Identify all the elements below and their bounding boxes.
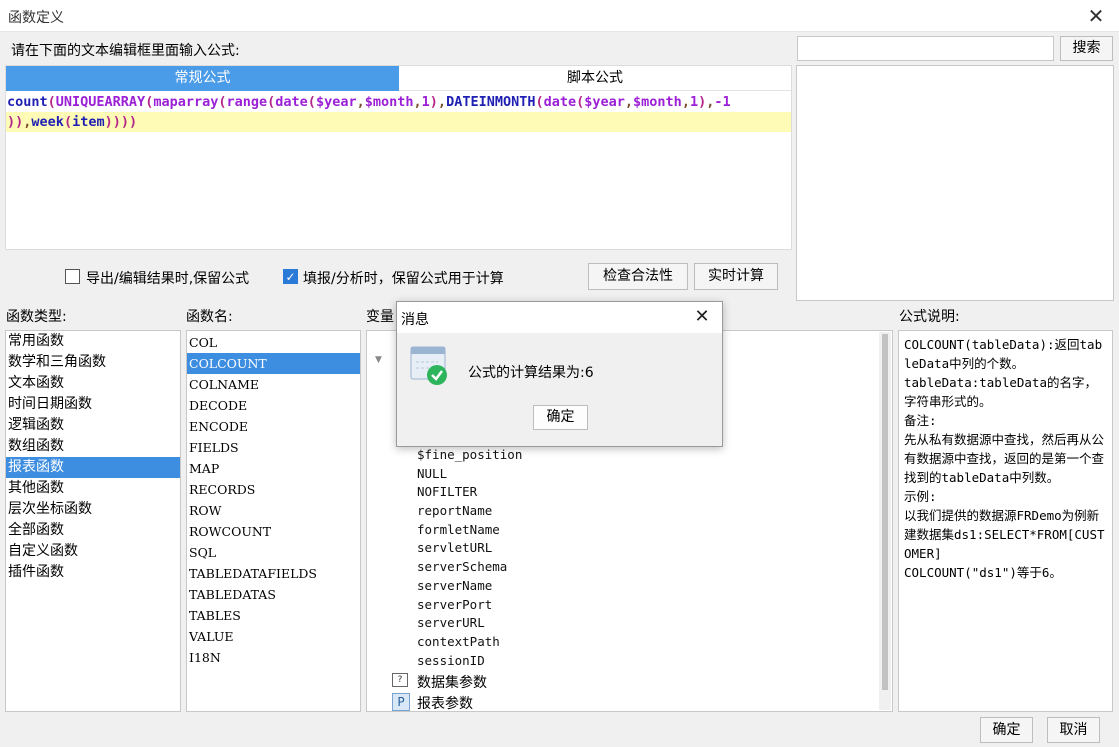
message-text: 公式的计算结果为:6 xyxy=(468,365,594,381)
func-type-item[interactable]: 逻辑函数 xyxy=(6,415,180,436)
func-name-item[interactable]: I18N xyxy=(187,647,360,668)
func-type-item[interactable]: 全部函数 xyxy=(6,520,180,541)
tree-item-dataset-params[interactable]: 数据集参数 xyxy=(417,672,487,692)
func-type-item[interactable]: 报表函数 xyxy=(6,457,180,478)
realtime-calc-button[interactable]: 实时计算 xyxy=(694,263,778,290)
search-button[interactable]: 搜索 xyxy=(1060,36,1113,61)
func-type-list[interactable]: 常用函数 数学和三角函数 文本函数 时间日期函数 逻辑函数 数组函数 报表函数 其他函数 层次坐… xyxy=(5,330,181,712)
tree-expand-icon[interactable]: ▼ xyxy=(375,355,382,365)
variable-item[interactable]: NOFILTER xyxy=(417,483,522,502)
check-validity-button[interactable]: 检查合法性 xyxy=(588,263,688,290)
keep-formula-fill-checkbox[interactable]: ✓ xyxy=(283,269,298,284)
func-type-item[interactable]: 数学和三角函数 xyxy=(6,352,180,373)
variable-item[interactable]: serverURL xyxy=(417,614,522,633)
func-type-item[interactable]: 插件函数 xyxy=(6,562,180,583)
window-title: 函数定义 xyxy=(8,10,64,26)
func-type-item[interactable]: 文本函数 xyxy=(6,373,180,394)
func-type-item[interactable]: 自定义函数 xyxy=(6,541,180,562)
variable-scrollbar-thumb[interactable] xyxy=(882,334,888,690)
description-panel: COLCOUNT(tableData):返回tableData中列的个数。 tab… xyxy=(898,330,1113,712)
variable-item[interactable]: serverPort xyxy=(417,596,522,615)
search-results-panel xyxy=(796,65,1114,301)
variable-item[interactable]: formletName xyxy=(417,521,522,540)
search-input[interactable] xyxy=(797,36,1054,61)
func-name-item[interactable]: TABLEDATAFIELDS xyxy=(187,563,360,584)
func-name-item[interactable]: MAP xyxy=(187,458,360,479)
variable-scrollbar[interactable] xyxy=(879,332,891,710)
func-name-item[interactable]: RECORDS xyxy=(187,479,360,500)
keep-formula-fill-label: 填报/分析时，保留公式用于计算 xyxy=(303,271,504,287)
formula-prompt-label: 请在下面的文本编辑框里面输入公式: xyxy=(11,43,240,59)
variable-item[interactable]: serverSchema xyxy=(417,558,522,577)
func-type-item[interactable]: 时间日期函数 xyxy=(6,394,180,415)
keep-formula-export-checkbox[interactable] xyxy=(65,269,80,284)
func-name-item[interactable]: TABLES xyxy=(187,605,360,626)
variable-item[interactable]: $fine_position xyxy=(417,446,522,465)
message-dialog: 消息 ✕ 公式的计算结果为:6 确定 xyxy=(396,301,723,447)
formula-line-1: count(UNIQUEARRAY(maparray(range(date($y… xyxy=(7,94,731,110)
func-name-item[interactable]: SQL xyxy=(187,542,360,563)
success-info-icon xyxy=(410,346,447,385)
message-dialog-title: 消息 xyxy=(401,312,429,328)
variable-label: 变量 xyxy=(366,309,394,325)
message-dialog-body: 公式的计算结果为:6 确定 xyxy=(397,333,722,446)
description-label: 公式说明: xyxy=(899,309,960,325)
func-name-item[interactable]: VALUE xyxy=(187,626,360,647)
variable-item[interactable]: servletURL xyxy=(417,539,522,558)
variable-item[interactable]: reportName xyxy=(417,502,522,521)
variable-item[interactable]: serverName xyxy=(417,577,522,596)
func-name-label: 函数名: xyxy=(186,309,233,325)
dataset-param-icon: ? xyxy=(392,673,408,687)
func-name-list[interactable]: COL COLCOUNT COLNAME DECODE ENCODE FIELDS MAP R… xyxy=(186,330,361,712)
func-name-item[interactable]: FIELDS xyxy=(187,437,360,458)
func-name-item[interactable]: ROW xyxy=(187,500,360,521)
func-type-item[interactable]: 常用函数 xyxy=(6,331,180,352)
func-name-item[interactable]: COLCOUNT xyxy=(187,353,360,374)
func-name-item[interactable]: TABLEDATAS xyxy=(187,584,360,605)
func-type-item[interactable]: 层次坐标函数 xyxy=(6,499,180,520)
description-text: COLCOUNT(tableData):返回tableData中列的个数。 tab… xyxy=(904,337,1105,580)
formula-code-area[interactable]: count(UNIQUEARRAY(maparray(range(date($y… xyxy=(6,92,791,132)
func-type-item[interactable]: 其他函数 xyxy=(6,478,180,499)
func-type-item[interactable]: 数组函数 xyxy=(6,436,180,457)
title-bar: 函数定义 ✕ xyxy=(0,0,1119,32)
formula-editor[interactable]: 常规公式 脚本公式 count(UNIQUEARRAY(maparray(ran… xyxy=(5,65,792,250)
func-type-label: 函数类型: xyxy=(6,309,67,325)
dialog-ok-button[interactable]: 确定 xyxy=(533,405,588,430)
close-icon[interactable]: ✕ xyxy=(1082,4,1110,28)
func-name-item[interactable]: ENCODE xyxy=(187,416,360,437)
variable-item[interactable]: sessionID xyxy=(417,652,522,671)
report-param-icon: P xyxy=(392,693,410,711)
tab-normal-formula[interactable]: 常规公式 xyxy=(6,66,399,91)
func-name-item[interactable]: COLNAME xyxy=(187,374,360,395)
keep-formula-export-label: 导出/编辑结果时,保留公式 xyxy=(86,271,250,287)
cancel-button[interactable]: 取消 xyxy=(1047,717,1100,743)
ok-button[interactable]: 确定 xyxy=(980,717,1033,743)
func-name-item[interactable]: ROWCOUNT xyxy=(187,521,360,542)
message-dialog-titlebar: 消息 ✕ xyxy=(397,302,722,333)
formula-line-2: )),week(item)))) xyxy=(6,112,791,132)
variable-item[interactable]: contextPath xyxy=(417,633,522,652)
func-name-item[interactable]: DECODE xyxy=(187,395,360,416)
dialog-close-icon[interactable]: ✕ xyxy=(689,305,715,329)
tab-script-formula[interactable]: 脚本公式 xyxy=(399,66,791,91)
func-name-item[interactable]: COL xyxy=(187,332,360,353)
variable-item[interactable]: NULL xyxy=(417,465,522,484)
tree-item-report-params[interactable]: 报表参数 xyxy=(417,693,473,713)
